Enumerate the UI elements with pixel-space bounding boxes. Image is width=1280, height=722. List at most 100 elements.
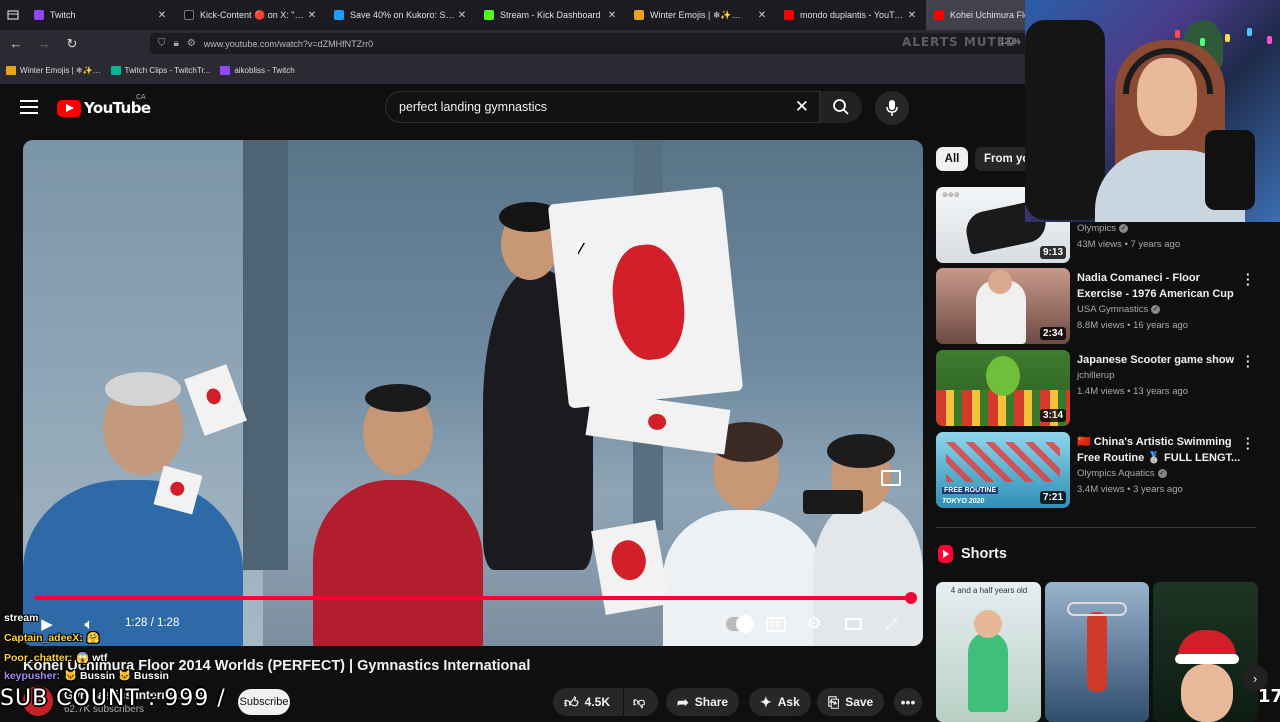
- address-bar[interactable]: ⛉ 🔒︎ ⚙︎ www.youtube.com/watch?v=dZMHfNTZ…: [150, 33, 1030, 54]
- arrow-left-icon: ←: [9, 36, 23, 51]
- bookmark-icon: ⎘: [828, 693, 840, 710]
- santa-hat-brim: [1175, 654, 1239, 664]
- reload-button[interactable]: ↻: [60, 32, 84, 56]
- youtube-icon: [784, 10, 794, 20]
- more-options-icon[interactable]: · · ·: [1246, 432, 1250, 455]
- video-thumbnail[interactable]: FREE ROUTINE TOKYO 2020 7:21: [936, 432, 1070, 508]
- video-scene-pillar: [243, 140, 288, 570]
- folder-icon: [6, 66, 16, 75]
- thumb-badge-2: TOKYO 2020: [942, 498, 985, 505]
- browser-tab[interactable]: Save 40% on Kukoro: Stream ch...✕: [326, 0, 476, 30]
- youtube-play-icon: [57, 99, 81, 117]
- menu-icon[interactable]: [20, 100, 38, 114]
- settings-button[interactable]: ⚙︎: [802, 612, 826, 636]
- steam-icon: [334, 10, 344, 20]
- rec-channel: Olympics Aquatics ✓: [1077, 468, 1167, 479]
- rec-channel-name: USA Gymnastics: [1077, 304, 1149, 315]
- save-button[interactable]: ⎘ Save: [817, 688, 885, 716]
- recommendation-item[interactable]: FREE ROUTINE TOKYO 2020 7:21 🇨🇳 China's …: [936, 432, 1256, 508]
- captions-button[interactable]: CC: [764, 612, 788, 636]
- short-face: [1181, 664, 1233, 722]
- more-options-icon[interactable]: · · ·: [1246, 350, 1250, 373]
- alerts-muted-label: ALERTS MUTED: [902, 35, 1017, 49]
- folder-icon: [634, 10, 644, 20]
- chat-user: keypusher:: [4, 670, 61, 682]
- video-thumbnail[interactable]: 2:34: [936, 268, 1070, 344]
- rec-meta: 43M views • 7 years ago: [1077, 239, 1181, 250]
- voice-search-button[interactable]: [875, 91, 909, 125]
- forward-button[interactable]: →: [32, 32, 56, 56]
- japan-flag: [547, 186, 744, 409]
- rec-meta: 8.8M views • 16 years ago: [1077, 320, 1189, 331]
- tab-list-button[interactable]: [0, 0, 26, 30]
- close-tab-icon[interactable]: ✕: [606, 10, 618, 21]
- youtube-logo[interactable]: YouTube CA: [57, 94, 151, 117]
- short-figure-head: [974, 610, 1002, 638]
- browser-tab[interactable]: Twitch ✕: [26, 0, 176, 30]
- close-tab-icon[interactable]: ✕: [306, 10, 318, 21]
- twitch-tracker-icon: [110, 66, 121, 75]
- miniplayer-icon[interactable]: [881, 470, 901, 486]
- theater-mode-button[interactable]: [841, 612, 865, 636]
- autoplay-toggle[interactable]: [726, 615, 754, 633]
- bookmark-label: Winter Emojis | ❄✨…: [20, 66, 101, 75]
- scrubber-handle[interactable]: [905, 592, 917, 604]
- short-item[interactable]: [1153, 582, 1258, 722]
- tab-label: Save 40% on Kukoro: Stream ch...: [350, 10, 456, 20]
- bookmark-item[interactable]: aikobliss - Twitch: [220, 66, 295, 75]
- search-input[interactable]: perfect landing gymnastics ✕: [385, 91, 820, 123]
- video-thumbnail[interactable]: 3:14: [936, 350, 1070, 426]
- back-button[interactable]: ←: [4, 32, 28, 56]
- sub-count-overlay: SUB COUNT : 999 /: [0, 686, 226, 711]
- chat-message: 🤗: [86, 632, 100, 644]
- frog-figure: [986, 356, 1020, 396]
- subscribe-button[interactable]: Subscribe: [238, 689, 290, 715]
- reload-icon: ↻: [66, 35, 78, 51]
- shorts-icon: [938, 545, 953, 563]
- twitch-icon: [34, 10, 44, 20]
- like-button[interactable]: 👍︎ 4.5K: [553, 688, 623, 716]
- chip-all[interactable]: All: [936, 147, 968, 171]
- close-tab-icon[interactable]: ✕: [756, 10, 768, 21]
- swimmers-decoration: [946, 442, 1060, 482]
- close-tab-icon[interactable]: ✕: [456, 10, 468, 21]
- search-button[interactable]: [820, 91, 862, 123]
- more-actions-button[interactable]: •••: [894, 688, 922, 716]
- tab-label: Twitch: [50, 10, 76, 20]
- close-tab-icon[interactable]: ✕: [906, 10, 918, 21]
- recommendation-item[interactable]: 2:34 Nadia Comaneci - Floor Exercise - 1…: [936, 268, 1256, 344]
- verified-icon: ✓: [1151, 304, 1161, 314]
- video-time: 1:28 / 1:28: [125, 617, 180, 629]
- recommendation-item[interactable]: 3:14 Japanese Scooter game show jchiller…: [936, 350, 1256, 426]
- duration-badge: 2:34: [1039, 327, 1066, 340]
- rec-channel: USA Gymnastics ✓: [1077, 304, 1161, 315]
- spectator-hair: [365, 384, 431, 412]
- close-tab-icon[interactable]: ✕: [156, 10, 168, 21]
- video-player[interactable]: ▶ 🔈︎ 1:28 / 1:28 CC ⚙︎ ⤢: [23, 140, 923, 646]
- browser-tab[interactable]: Winter Emojis | ❄✨… ✕: [626, 0, 776, 30]
- fullscreen-button[interactable]: ⤢: [879, 612, 903, 636]
- share-button[interactable]: ➦ Share: [666, 688, 740, 716]
- browser-tab[interactable]: Stream - Kick Dashboard ✕: [476, 0, 626, 30]
- clear-search-icon[interactable]: ✕: [795, 97, 809, 117]
- bookmark-label: aikobliss - Twitch: [234, 66, 295, 75]
- rec-channel-name: Olympics Aquatics: [1077, 468, 1155, 479]
- dislike-button[interactable]: 👎︎: [624, 688, 658, 716]
- spectator-hair: [827, 434, 895, 468]
- progress-fill: [35, 596, 911, 600]
- fullscreen-icon: ⤢: [884, 615, 897, 633]
- microphone-icon: [886, 100, 898, 116]
- short-item[interactable]: 4 and a half years old: [936, 582, 1041, 722]
- short-figure: [968, 632, 1008, 712]
- ask-button[interactable]: ✦ Ask: [749, 688, 811, 716]
- chat-line: Poor_chatter: 😱 wtf: [4, 651, 107, 664]
- browser-tab[interactable]: Kick-Content 🔴 on X: "@Ai...✕: [176, 0, 326, 30]
- japan-flag: [585, 390, 731, 455]
- progress-bar[interactable]: [35, 592, 917, 604]
- short-item[interactable]: [1045, 582, 1149, 722]
- bookmark-item[interactable]: Winter Emojis | ❄✨…: [6, 66, 101, 75]
- bookmark-item[interactable]: Twitch Clips - TwitchTr...: [110, 66, 210, 75]
- verified-icon: ✓: [1157, 468, 1167, 478]
- more-options-icon[interactable]: · · ·: [1246, 268, 1250, 291]
- browser-tab[interactable]: mondo duplantis - YouTube ✕: [776, 0, 926, 30]
